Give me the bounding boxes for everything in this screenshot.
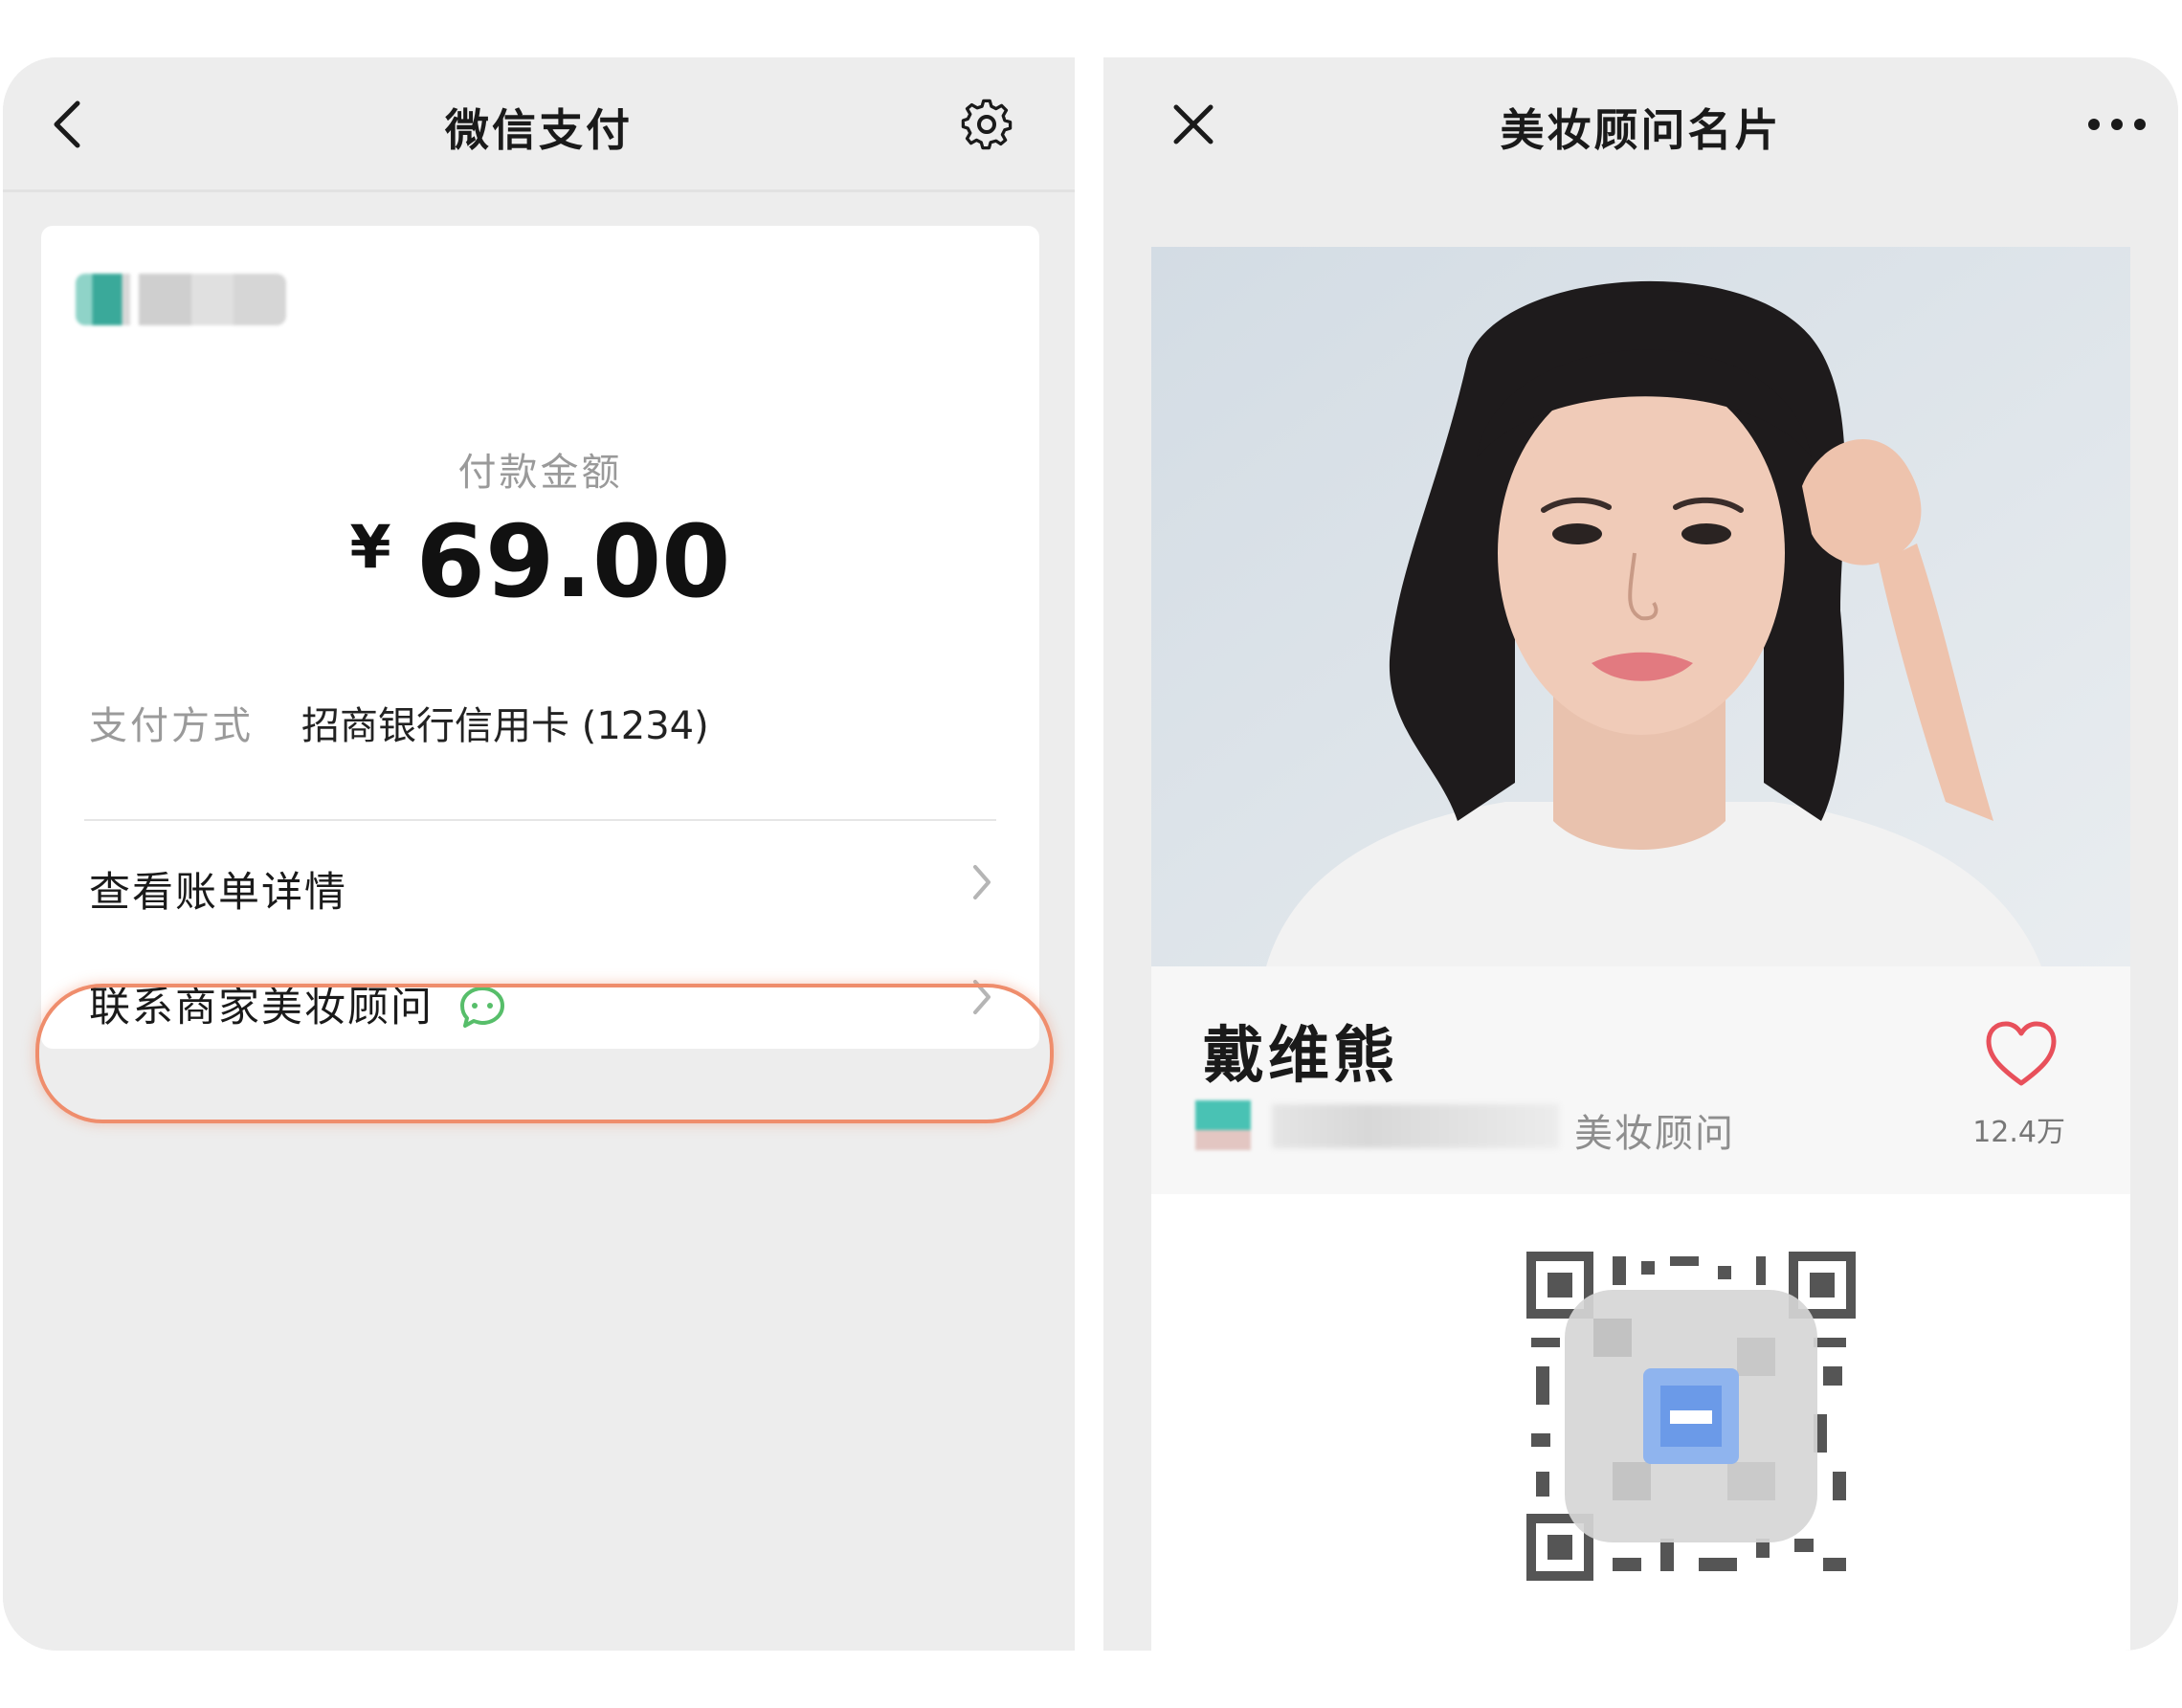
- like-count: 12.4万: [1972, 1116, 2065, 1149]
- payment-method-value: 招商银行信用卡 (1234): [301, 704, 709, 748]
- merchant-avatar: [76, 274, 286, 325]
- consultant-photo: [1151, 247, 2130, 966]
- heart-icon: [1986, 1021, 2057, 1086]
- amount-label: 付款金额: [457, 451, 623, 495]
- currency-symbol: ¥: [349, 512, 391, 582]
- row-label: 查看账单详情: [89, 869, 347, 917]
- screenshot-frame: 微信支付 付款金额 ¥69.00 支付方式 招商银行信用卡 (1234) 查看账…: [3, 57, 2178, 1651]
- payment-method-label: 支付方式: [89, 704, 254, 748]
- chevron-right-icon: [973, 865, 991, 899]
- payment-amount: ¥69.00: [41, 503, 1039, 620]
- settings-button[interactable]: [950, 88, 1023, 161]
- more-icon: [2088, 119, 2146, 130]
- consultant-card-screen: 美妆顾问名片 戴维熊 美妆顾问 12.4万: [1103, 57, 2178, 1651]
- view-bill-details-row[interactable]: 查看账单详情: [41, 827, 1039, 932]
- company-row: 美妆顾问: [1195, 1100, 1750, 1158]
- page-title: 微信支付: [445, 104, 633, 156]
- payment-card: 付款金额 ¥69.00 支付方式 招商银行信用卡 (1234) 查看账单详情 联…: [41, 226, 1039, 1049]
- wechat-pay-screen: 微信支付 付款金额 ¥69.00 支付方式 招商银行信用卡 (1234) 查看账…: [3, 57, 1075, 1651]
- consultant-role: 美妆顾问: [1574, 1112, 1735, 1156]
- highlight-ring: [35, 984, 1054, 1123]
- company-name-blurred: [1272, 1104, 1559, 1148]
- nav-bar: 微信支付: [3, 57, 1075, 192]
- gear-icon: [961, 99, 1013, 150]
- consultant-info: 戴维熊 美妆顾问 12.4万: [1151, 966, 2130, 1194]
- consultant-name: 戴维熊: [1203, 1021, 1398, 1092]
- like-button[interactable]: [1985, 1020, 2058, 1093]
- qr-code-section: [1151, 1194, 2130, 1651]
- more-button[interactable]: [2081, 88, 2153, 161]
- company-logo: [1195, 1100, 1251, 1150]
- portrait-illustration: [1151, 247, 2130, 966]
- nav-bar: 美妆顾问名片: [1103, 57, 2178, 189]
- page-title: 美妆顾问名片: [1500, 104, 1782, 156]
- amount-value: 69.00: [415, 503, 731, 620]
- divider: [84, 819, 996, 821]
- panel-divider: [1075, 57, 1103, 1651]
- qr-code[interactable]: [1526, 1252, 1856, 1581]
